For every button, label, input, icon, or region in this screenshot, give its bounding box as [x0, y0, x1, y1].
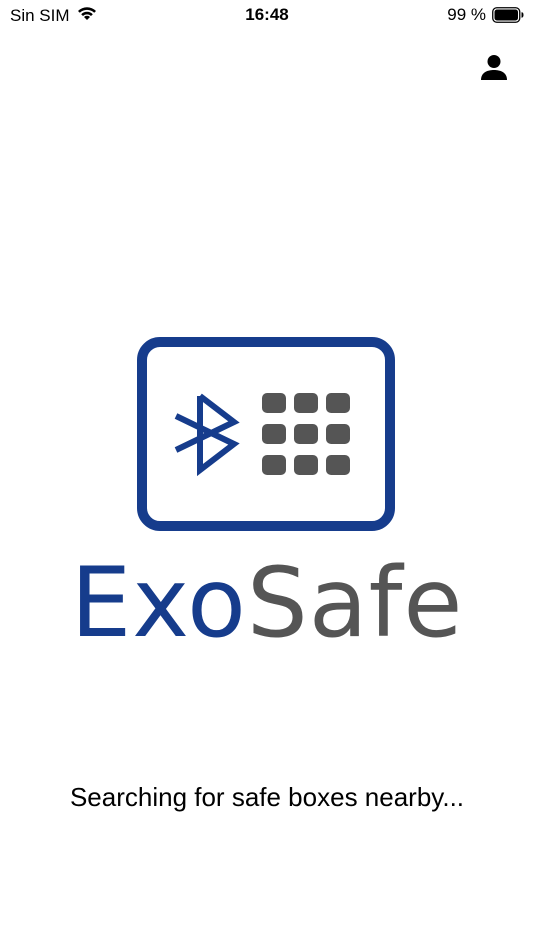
safe-logo	[136, 336, 396, 532]
search-status-message: Searching for safe boxes nearby...	[69, 782, 465, 812]
status-bar: Sin SIM 16:48 99 %	[0, 0, 534, 34]
bluetooth-icon	[174, 393, 240, 477]
person-icon	[479, 53, 509, 88]
brand-part-safe: Safe	[246, 547, 464, 659]
battery-percent: 99 %	[447, 5, 486, 24]
profile-button[interactable]	[472, 48, 516, 92]
keypad-icon	[262, 393, 350, 475]
status-right: 99 %	[447, 5, 524, 25]
brand-part-exo: Exo	[70, 547, 247, 659]
battery-icon	[492, 7, 524, 23]
brand-wordmark: ExoSafe	[0, 548, 534, 658]
